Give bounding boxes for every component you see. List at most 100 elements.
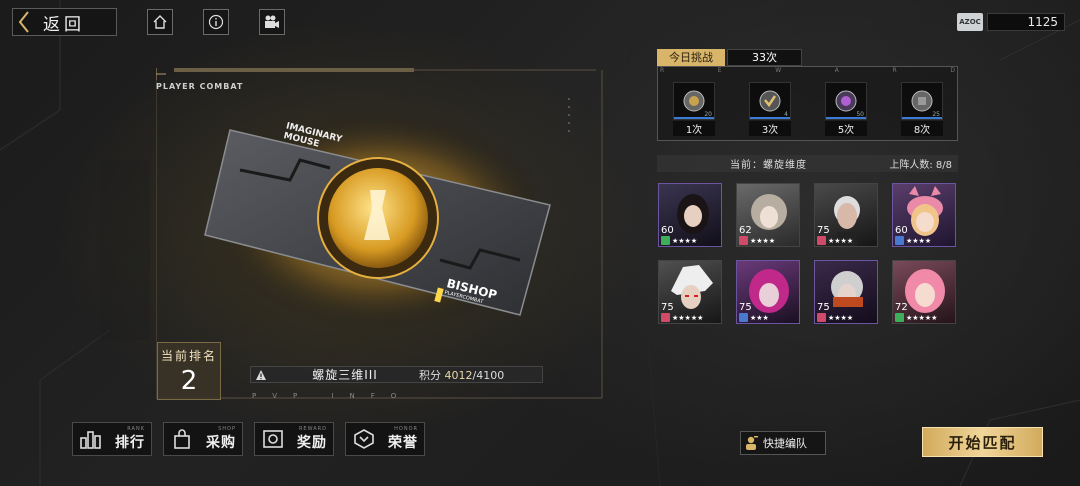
rank-card: [204, 110, 551, 330]
hero-level: 75: [661, 302, 674, 313]
reward-crystal-icon: 50: [825, 82, 867, 120]
pvp-info-label: PVP INFO: [252, 392, 413, 400]
reward-count: 8次: [901, 121, 943, 136]
score-label: 积分: [419, 368, 441, 382]
season-name: 螺旋三维III: [312, 368, 378, 382]
reward-letter: D: [950, 67, 955, 74]
hero-level: 75: [739, 302, 752, 313]
class-icon: [895, 236, 904, 245]
hero-stars: ★★★★: [661, 236, 697, 245]
reward-letter: R: [892, 67, 897, 74]
hero-slot[interactable]: 72 ★★★★★: [892, 260, 956, 324]
bar-chart-icon: [73, 423, 109, 455]
hero-slot[interactable]: 75 ★★★★★: [658, 260, 722, 324]
class-icon: [661, 313, 670, 322]
reward-item[interactable]: 25 8次: [901, 82, 943, 136]
hero-slot[interactable]: 60 ★★★★: [658, 183, 722, 247]
class-icon: [895, 313, 904, 322]
warning-icon[interactable]: [251, 367, 271, 382]
hero-level: 62: [739, 225, 752, 236]
hero-level: 75: [817, 225, 830, 236]
reward-badge-icon: 4: [749, 82, 791, 120]
rank-value: 2: [180, 366, 198, 396]
class-icon: [661, 236, 670, 245]
home-icon: [153, 15, 167, 29]
hero-slot[interactable]: 75 ★★★: [736, 260, 800, 324]
daily-challenge-header: 今日挑战 33次: [657, 49, 802, 66]
quick-team-button[interactable]: 快捷编队: [740, 431, 826, 455]
hero-star-rating: ★★★★: [750, 236, 776, 245]
hero-level: 60: [661, 225, 674, 236]
hero-star-rating: ★★★★★: [672, 313, 704, 322]
class-icon: [739, 236, 748, 245]
nav-honor-button[interactable]: HONOR 荣誉: [345, 422, 425, 456]
nav-rank-button[interactable]: RANK 排行: [72, 422, 152, 456]
hero-star-rating: ★★★★: [672, 236, 698, 245]
class-icon: [817, 313, 826, 322]
current-team-name: 螺旋维度: [763, 160, 807, 171]
reward-progress-bar: [902, 117, 942, 119]
hero-level: 75: [817, 302, 830, 313]
score-current: 4012: [444, 368, 473, 382]
info-icon: [208, 14, 224, 30]
quick-team-label: 快捷编队: [763, 437, 807, 450]
reward-item[interactable]: 50 5次: [825, 82, 867, 136]
current-team: 当前：螺旋维度: [657, 156, 807, 171]
daily-challenge-label: 今日挑战: [657, 49, 725, 66]
class-icon: [817, 236, 826, 245]
score-display: 积分 4012/4100: [419, 367, 542, 383]
hero-stars: ★★★★: [817, 236, 853, 245]
team-count-value: 8/8: [935, 160, 952, 171]
daily-challenge-count: 33次: [727, 49, 802, 66]
currency-icon: AZOC: [957, 13, 983, 31]
reward-count: 3次: [749, 121, 791, 136]
hero-star-rating: ★★★★: [906, 236, 932, 245]
hero-stars: ★★★★★: [895, 313, 937, 322]
hero-level: 60: [895, 225, 908, 236]
video-camera-icon: [265, 15, 279, 28]
hero-star-rating: ★★★: [750, 313, 769, 322]
hero-slot[interactable]: 75 ★★★★: [814, 260, 878, 324]
nav-reward-button[interactable]: REWARD 奖励: [254, 422, 334, 456]
hero-star-rating: ★★★★: [828, 313, 854, 322]
nav-shop-button[interactable]: SHOP 采购: [163, 422, 243, 456]
rank-label: 当前排名: [160, 349, 217, 363]
replay-button[interactable]: [259, 9, 285, 35]
reward-letter: E: [717, 67, 722, 74]
hero-level: 72: [895, 302, 908, 313]
currency-display: AZOC 1125: [957, 11, 1065, 33]
reward-item[interactable]: 20 1次: [673, 82, 715, 136]
reward-letter: R: [660, 67, 665, 74]
hero-stars: ★★★★: [817, 313, 853, 322]
info-button[interactable]: [203, 9, 229, 35]
reward-letters: R E W A R D: [657, 66, 958, 75]
score-target: 4100: [476, 368, 505, 382]
reward-progress-bar: [674, 117, 714, 119]
shopping-bag-icon: [164, 423, 200, 455]
current-team-label: 当前：: [730, 160, 763, 171]
team-count: 上阵人数: 8/8: [807, 156, 958, 171]
reward-box-icon: [255, 423, 291, 455]
reward-progress-bar: [826, 117, 866, 119]
hero-slot[interactable]: 62 ★★★★: [736, 183, 800, 247]
hero-star-rating: ★★★★★: [906, 313, 938, 322]
back-label: 返回: [43, 14, 85, 35]
hero-slot[interactable]: 60 ★★★★: [892, 183, 956, 247]
team-count-label: 上阵人数:: [889, 160, 933, 171]
home-button[interactable]: [147, 9, 173, 35]
reward-item[interactable]: 4 3次: [749, 82, 791, 136]
reward-count: 5次: [825, 121, 867, 136]
hero-stars: ★★★★: [895, 236, 931, 245]
back-button[interactable]: 返回: [12, 8, 117, 36]
reward-progress-bar: [750, 117, 790, 119]
quick-team-icon: [741, 435, 763, 451]
nav-honor-label: 荣誉: [388, 435, 418, 451]
current-rank-box: 当前排名 2: [157, 342, 221, 400]
player-combat-label: PLAYER COMBAT: [156, 82, 244, 91]
nav-rank-label: 排行: [115, 435, 145, 451]
currency-value: 1125: [987, 13, 1065, 31]
hero-stars: ★★★★★: [661, 313, 703, 322]
start-match-button[interactable]: 开始匹配: [922, 427, 1043, 457]
nav-shop-label: 采购: [206, 435, 236, 451]
hero-slot[interactable]: 75 ★★★★: [814, 183, 878, 247]
